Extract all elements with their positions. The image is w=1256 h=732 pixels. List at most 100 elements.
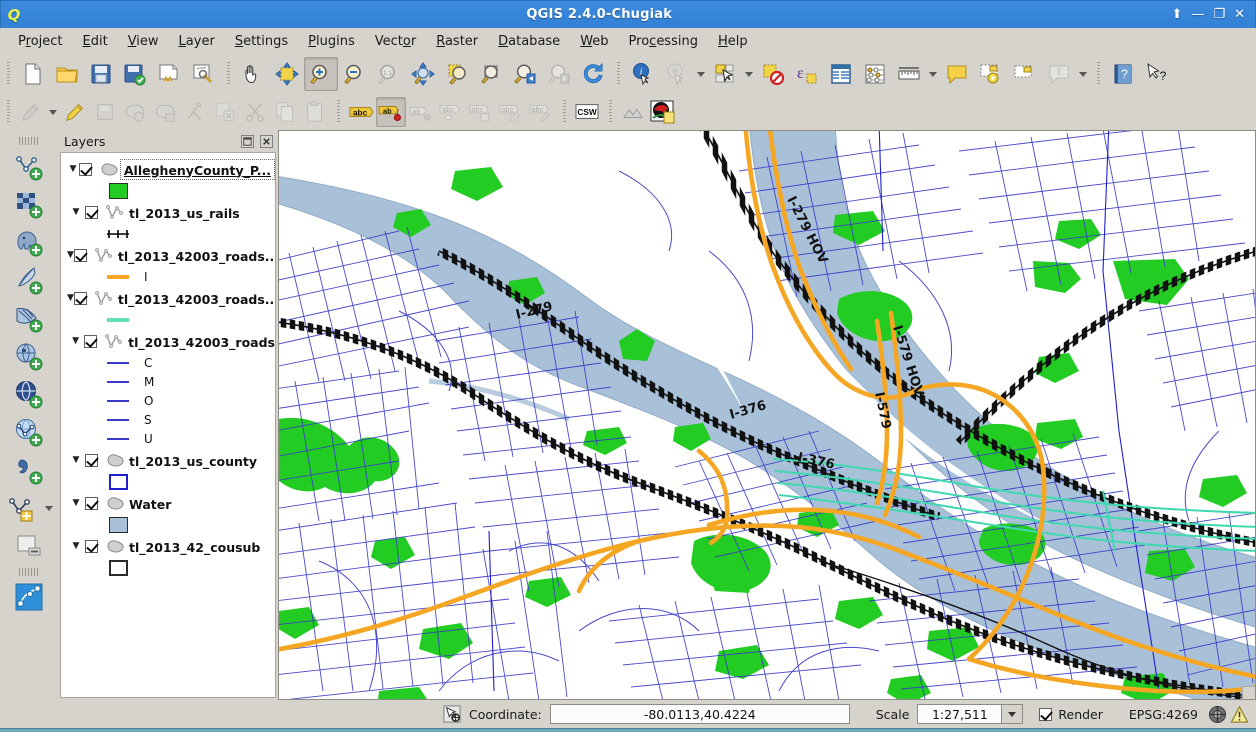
zoom-actual-size-button[interactable]: 1:1 <box>372 57 406 91</box>
layer-expand-arrow[interactable]: ▼ <box>67 207 85 217</box>
layer-item[interactable]: ▼tl_2013_42_cousub <box>61 534 275 558</box>
maximize-button[interactable]: ❐ <box>1213 8 1225 21</box>
new-print-composer-button[interactable] <box>152 57 186 91</box>
menu-plugins[interactable]: Plugins <box>298 31 365 52</box>
open-attribute-table-button[interactable] <box>824 57 858 91</box>
zoom-last-button[interactable] <box>508 57 542 91</box>
layer-item[interactable]: ▼AlleghenyCounty_P... <box>61 157 275 181</box>
grass-tools-button[interactable] <box>648 97 678 127</box>
undock-panel-icon[interactable] <box>239 133 255 149</box>
layer-symbol-row[interactable] <box>61 224 275 243</box>
paste-features-button[interactable] <box>300 97 330 127</box>
layer-symbol-row[interactable] <box>61 472 275 491</box>
layer-symbol-row[interactable]: C <box>61 353 275 372</box>
label-toggle-button[interactable]: ab <box>376 97 406 127</box>
label-toolbar-grip[interactable] <box>333 100 343 124</box>
layer-visibility-checkbox[interactable] <box>79 163 92 176</box>
layer-symbol-row[interactable]: U <box>61 429 275 448</box>
pan-to-selection-button[interactable] <box>270 57 304 91</box>
zoom-to-selection-button[interactable] <box>440 57 474 91</box>
add-mssql-layer-button[interactable] <box>9 299 49 337</box>
layer-visibility-checkbox[interactable] <box>74 249 87 262</box>
add-raster-layer-button[interactable] <box>9 185 49 223</box>
terrain-profile-button[interactable] <box>618 97 648 127</box>
menu-web[interactable]: Web <box>570 31 618 52</box>
add-delimited-text-layer-button[interactable] <box>9 451 49 489</box>
layer-visibility-checkbox[interactable] <box>85 540 98 553</box>
csw-grip[interactable] <box>559 100 569 124</box>
add-vector-layer-button[interactable] <box>9 147 49 185</box>
layer-visibility-checkbox[interactable] <box>85 206 98 219</box>
new-project-button[interactable] <box>16 57 50 91</box>
crs-globe-icon[interactable] <box>1206 704 1228 724</box>
layer-item[interactable]: ▼tl_2013_42003_roads... <box>61 286 275 310</box>
layer-expand-arrow[interactable]: ▼ <box>67 498 85 508</box>
save-project-button[interactable] <box>84 57 118 91</box>
pin-labels-button[interactable]: ab <box>406 97 436 127</box>
composer-manager-button[interactable] <box>186 57 220 91</box>
layer-expand-arrow[interactable]: ▼ <box>67 293 74 303</box>
new-annotation-button[interactable] <box>974 57 1008 91</box>
toolbar-grip-4[interactable] <box>1093 62 1103 86</box>
add-postgis-layer-button[interactable] <box>9 223 49 261</box>
add-wcs-layer-button[interactable] <box>9 337 49 375</box>
remove-layer-button[interactable] <box>9 527 49 565</box>
menu-project[interactable]: Project <box>8 31 73 52</box>
menu-edit[interactable]: Edit <box>73 31 118 52</box>
add-feature-button[interactable] <box>120 97 150 127</box>
new-shapefile-layer-button[interactable] <box>2 489 42 527</box>
layer-symbol-row[interactable] <box>61 181 275 200</box>
add-wfs-layer-button[interactable] <box>9 413 49 451</box>
close-panel-icon[interactable] <box>258 133 274 149</box>
identify-features-button[interactable]: i <box>626 57 660 91</box>
menu-layer[interactable]: Layer <box>169 31 225 52</box>
pan-map-button[interactable] <box>236 57 270 91</box>
layer-symbol-row[interactable]: O <box>61 391 275 410</box>
current-edits-caret[interactable] <box>46 95 60 129</box>
new-memory-layer-button[interactable] <box>9 578 49 616</box>
rotate-label-button[interactable]: abc <box>496 97 526 127</box>
select-by-expression-button[interactable]: ε <box>790 57 824 91</box>
layer-item[interactable]: ▼tl_2013_42003_roads <box>61 329 275 353</box>
copy-features-button[interactable] <box>270 97 300 127</box>
save-project-as-button[interactable] <box>118 57 152 91</box>
layer-symbol-row[interactable] <box>61 310 275 329</box>
text-annotation-button[interactable]: T <box>1042 57 1076 91</box>
layer-symbol-row[interactable]: M <box>61 372 275 391</box>
zoom-to-layer-button[interactable] <box>474 57 508 91</box>
deselect-features-button[interactable] <box>756 57 790 91</box>
menu-help[interactable]: Help <box>708 31 758 52</box>
zoom-full-button[interactable] <box>406 57 440 91</box>
layer-item[interactable]: ▼tl_2013_42003_roads... <box>61 243 275 267</box>
coordinate-input[interactable]: -80.0113,40.4224 <box>550 704 850 724</box>
digitize-grip[interactable] <box>3 100 13 124</box>
zoom-out-button[interactable] <box>338 57 372 91</box>
shade-button[interactable]: ⬆ <box>1172 8 1183 21</box>
node-tool-button[interactable] <box>180 97 210 127</box>
layer-symbol-row[interactable]: S <box>61 410 275 429</box>
zoom-next-button[interactable] <box>542 57 576 91</box>
minimize-button[interactable]: — <box>1191 8 1204 21</box>
layer-expand-arrow[interactable]: ▼ <box>67 250 74 260</box>
layer-item[interactable]: ▼tl_2013_us_county <box>61 448 275 472</box>
zoom-in-button[interactable] <box>304 57 338 91</box>
add-wms-layer-button[interactable] <box>9 375 49 413</box>
move-label-button[interactable]: abc <box>466 97 496 127</box>
layer-item[interactable]: ▼Water <box>61 491 275 515</box>
move-feature-button[interactable] <box>150 97 180 127</box>
layer-expand-arrow[interactable]: ▼ <box>67 541 85 551</box>
field-calculator-button[interactable] <box>858 57 892 91</box>
map-canvas[interactable]: I-279 HOV I-579 HOV I-579 I-376 I-376 I-… <box>278 130 1256 700</box>
add-spatialite-layer-button[interactable] <box>9 261 49 299</box>
metasearch-csw-button[interactable]: CSW <box>572 97 602 127</box>
layer-symbol-row[interactable] <box>61 515 275 534</box>
layer-visibility-checkbox[interactable] <box>85 454 98 467</box>
menu-database[interactable]: Database <box>488 31 570 52</box>
warning-messages-icon[interactable] <box>1228 704 1250 724</box>
measure-line-button[interactable] <box>892 57 926 91</box>
delete-selected-button[interactable] <box>210 97 240 127</box>
current-edits-button[interactable] <box>16 97 46 127</box>
menu-view[interactable]: View <box>118 31 169 52</box>
select-features-dropdown-caret[interactable] <box>742 57 756 91</box>
map-resize-grip[interactable] <box>1242 686 1255 699</box>
